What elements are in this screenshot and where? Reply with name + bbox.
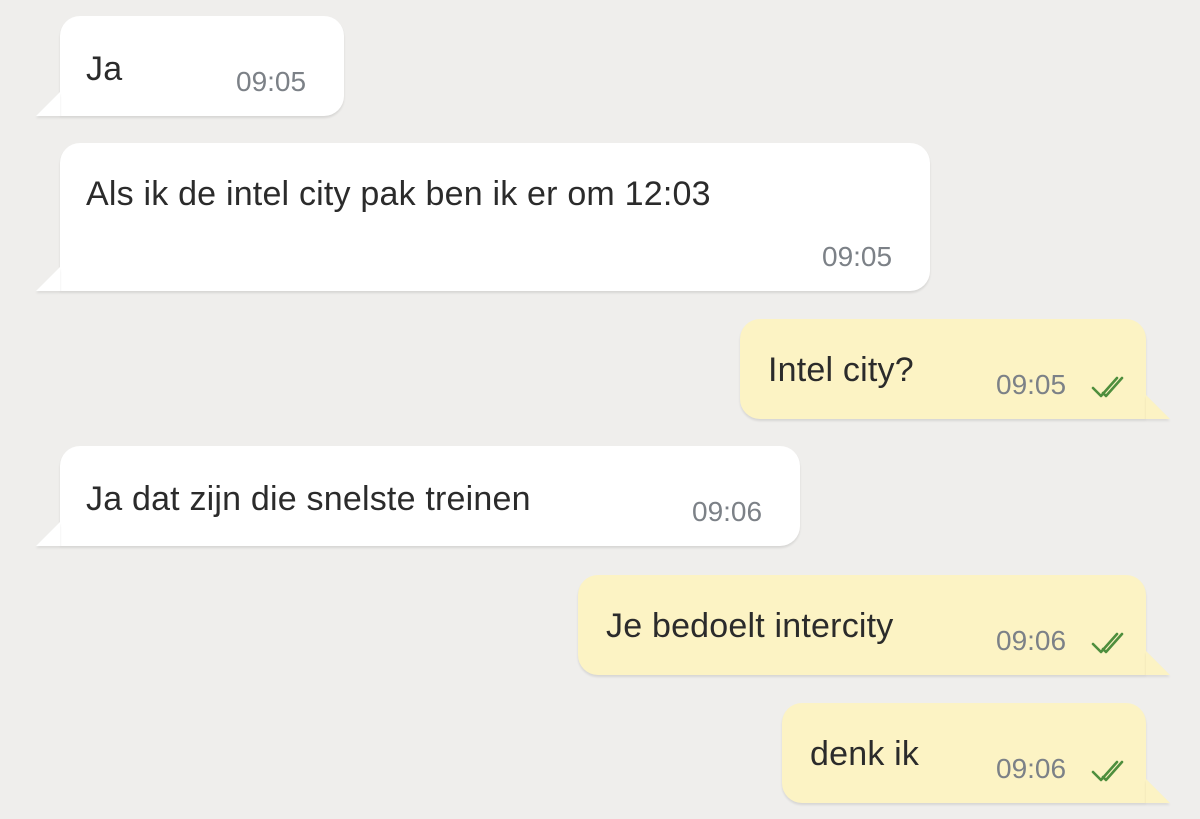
chat-conversation: Ja 09:05 Als ik de intel city pak ben ik… [0, 0, 1200, 819]
message-timestamp: 09:06 [692, 496, 763, 527]
message-timestamp: 09:06 [996, 753, 1067, 784]
message-bubble-outgoing[interactable]: Intel city? 09:05 [740, 319, 1146, 419]
message-bubble-incoming[interactable]: Ja 09:05 [60, 16, 344, 116]
message-text: Je bedoelt intercity [606, 607, 894, 645]
message-timestamp: 09:05 [236, 66, 307, 97]
message-bubble-incoming[interactable]: Ja dat zijn die snelste treinen 09:06 [60, 446, 800, 546]
message-text: Als ik de intel city pak ben ik er om 12… [86, 175, 711, 213]
double-check-icon [1091, 760, 1124, 782]
message-bubble-incoming[interactable]: Als ik de intel city pak ben ik er om 12… [60, 143, 930, 291]
message-timestamp: 09:05 [822, 241, 893, 272]
message-timestamp: 09:06 [996, 625, 1067, 656]
message-bubble-outgoing[interactable]: Je bedoelt intercity 09:06 [578, 575, 1146, 675]
message-bubble-outgoing[interactable]: denk ik 09:06 [782, 703, 1146, 803]
message-text: Ja dat zijn die snelste treinen [86, 480, 531, 518]
message-timestamp: 09:05 [996, 369, 1067, 400]
message-text: denk ik [810, 735, 920, 773]
double-check-icon [1091, 376, 1124, 398]
double-check-icon [1091, 632, 1124, 654]
message-text: Intel city? [768, 351, 914, 389]
message-text: Ja [86, 50, 123, 88]
